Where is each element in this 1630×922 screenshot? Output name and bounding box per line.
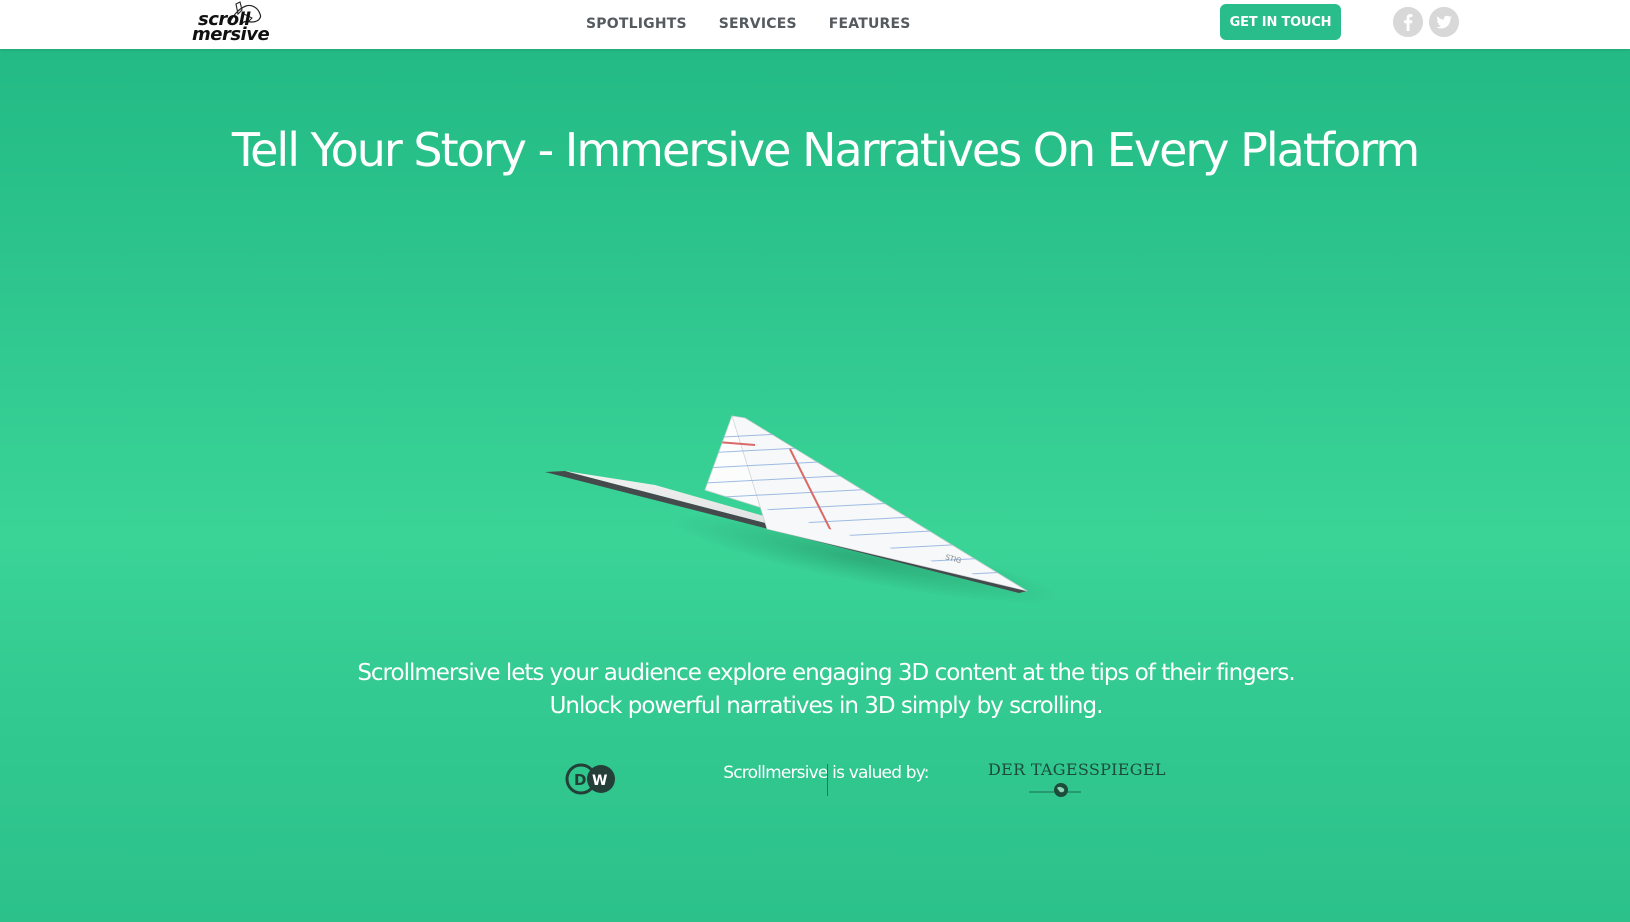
twitter-link[interactable] xyxy=(1429,7,1459,37)
globe-emblem-icon xyxy=(1029,783,1081,797)
nav-features[interactable]: FEATURES xyxy=(829,16,911,32)
scrollmersive-logo[interactable]: scroll mersive xyxy=(190,0,272,48)
hero-description-line-1: Scrollmersive lets your audience explore… xyxy=(357,660,1295,686)
facebook-link[interactable] xyxy=(1393,7,1423,37)
dw-logo: D W xyxy=(564,762,620,796)
facebook-icon xyxy=(1393,7,1423,37)
hero-description-line-2: Unlock powerful narratives in 3D simply … xyxy=(549,693,1104,719)
get-in-touch-button[interactable]: GET IN TOUCH xyxy=(1220,4,1341,40)
svg-text:W: W xyxy=(592,773,607,789)
nav-services[interactable]: SERVICES xyxy=(719,16,797,32)
paper-plane-illustration: STIG xyxy=(545,415,1062,604)
nav-spotlights[interactable]: SPOTLIGHTS xyxy=(586,16,687,32)
dw-logo-icon: D W xyxy=(565,763,615,795)
der-tagesspiegel-logo: DER TAGESSPIEGEL xyxy=(985,760,1165,800)
svg-text:D: D xyxy=(574,771,586,789)
site-header: scroll mersive SPOTLIGHTS SERVICES FEATU… xyxy=(0,0,1630,49)
twitter-icon xyxy=(1429,7,1459,37)
valued-by-label: Scrollmersive is valued by: xyxy=(723,763,929,783)
partner-divider xyxy=(827,764,828,796)
hero-section: Tell Your Story - Immersive Narratives O… xyxy=(0,49,1630,922)
hero-title: Tell Your Story - Immersive Narratives O… xyxy=(231,123,1420,177)
hero-description: Scrollmersive lets your audience explore… xyxy=(0,657,1630,723)
main-nav: SPOTLIGHTS SERVICES FEATURES xyxy=(586,16,911,32)
logo-text-bottom: mersive xyxy=(192,24,270,45)
